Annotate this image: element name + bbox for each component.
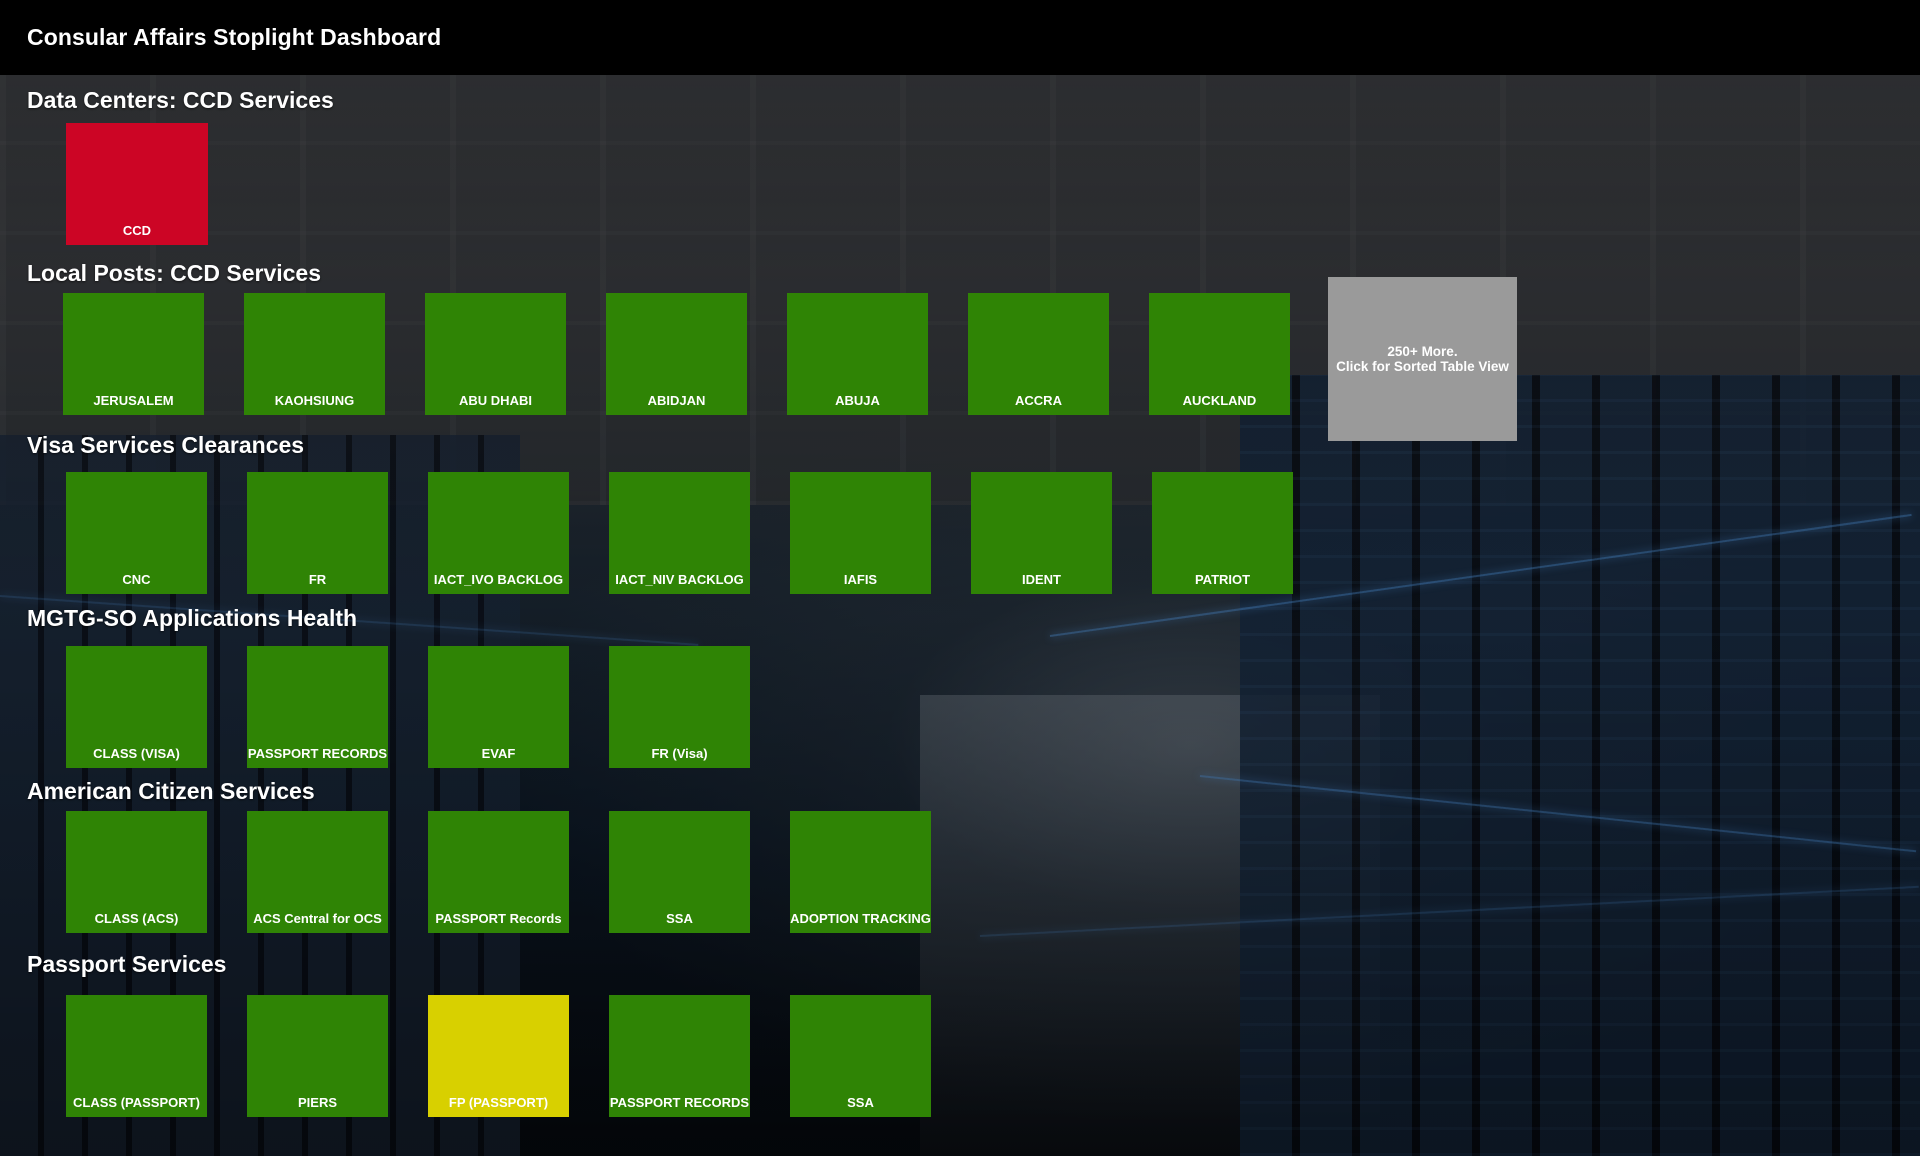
section-title-passport: Passport Services [27,951,227,977]
tile-label: ABUJA [835,393,880,408]
tile-jerusalem[interactable]: JERUSALEM [63,293,204,415]
tile-label: SSA [847,1095,874,1110]
tile-class-passport[interactable]: CLASS (PASSPORT) [66,995,207,1117]
tile-label: FR (Visa) [651,746,708,761]
tile-adoption-tracking[interactable]: ADOPTION TRACKING [790,811,931,933]
tile-passport-records[interactable]: PASSPORT RECORDS [247,646,388,768]
tile-fp-passport[interactable]: FP (PASSPORT) [428,995,569,1117]
tile-iact-niv-backlog[interactable]: IACT_NIV BACKLOG [609,472,750,594]
tile-abu-dhabi[interactable]: ABU DHABI [425,293,566,415]
more-posts-count: 250+ More. [1387,344,1458,359]
section-title-local-posts: Local Posts: CCD Services [27,260,322,286]
tile-label: CLASS (ACS) [94,911,179,926]
tile-passport-records-acs[interactable]: PASSPORT Records [428,811,569,933]
section-title-acs: American Citizen Services [27,778,315,804]
tile-label: CLASS (PASSPORT) [73,1095,200,1110]
tile-label: ACCRA [1015,393,1062,408]
tile-label: PASSPORT RECORDS [247,746,388,761]
tile-ident[interactable]: IDENT [971,472,1112,594]
tile-label: PATRIOT [1194,572,1251,587]
tile-label: PASSPORT Records [435,911,562,926]
more-posts-button[interactable]: 250+ More. Click for Sorted Table View [1328,277,1517,441]
section-title-mgtg: MGTG-SO Applications Health [27,605,358,631]
section-title-visa: Visa Services Clearances [27,432,305,458]
tile-patriot[interactable]: PATRIOT [1152,472,1293,594]
tile-abidjan[interactable]: ABIDJAN [606,293,747,415]
tile-kaohsiung[interactable]: KAOHSIUNG [244,293,385,415]
tile-label: ADOPTION TRACKING [790,911,931,926]
more-posts-link-text: Click for Sorted Table View [1336,359,1509,374]
tile-label: SSA [666,911,693,926]
tile-label: ABIDJAN [647,393,706,408]
tile-label: JERUSALEM [93,393,174,408]
tile-cnc[interactable]: CNC [66,472,207,594]
tile-label: IAFIS [843,572,878,587]
tile-acs-central-for-ocs[interactable]: ACS Central for OCS [247,811,388,933]
tile-evaf[interactable]: EVAF [428,646,569,768]
tile-label: IACT_NIV BACKLOG [615,572,744,587]
tile-label: ABU DHABI [459,393,532,408]
tile-abuja[interactable]: ABUJA [787,293,928,415]
tile-label: EVAF [481,746,516,761]
tile-ssa-acs[interactable]: SSA [609,811,750,933]
tile-label: FP (PASSPORT) [448,1095,549,1110]
tile-ccd[interactable]: CCD [66,123,208,245]
tile-class-visa[interactable]: CLASS (VISA) [66,646,207,768]
tile-label: CNC [122,572,151,587]
tile-piers[interactable]: PIERS [247,995,388,1117]
tile-label: CCD [122,223,152,238]
tile-iafis[interactable]: IAFIS [790,472,931,594]
tile-ssa-passport[interactable]: SSA [790,995,931,1117]
tile-fr[interactable]: FR [247,472,388,594]
page-title: Consular Affairs Stoplight Dashboard [27,24,442,50]
tile-label: PASSPORT RECORDS [609,1095,750,1110]
tile-class-acs[interactable]: CLASS (ACS) [66,811,207,933]
tile-auckland[interactable]: AUCKLAND [1149,293,1290,415]
tile-accra[interactable]: ACCRA [968,293,1109,415]
section-title-data-centers: Data Centers: CCD Services [27,87,334,113]
tile-label: CLASS (VISA) [93,746,180,761]
tile-iact-ivo-backlog[interactable]: IACT_IVO BACKLOG [428,472,569,594]
tile-label: ACS Central for OCS [253,911,382,926]
tile-passport-records-ps[interactable]: PASSPORT RECORDS [609,995,750,1117]
tile-label: FR [308,572,327,587]
tile-label: IACT_IVO BACKLOG [433,572,564,587]
tile-fr-visa[interactable]: FR (Visa) [609,646,750,768]
header-bar: Consular Affairs Stoplight Dashboard [0,0,1920,75]
tile-label: KAOHSIUNG [274,393,355,408]
tile-label: PIERS [297,1095,337,1110]
tile-label: AUCKLAND [1182,393,1257,408]
tile-label: IDENT [1022,572,1061,587]
